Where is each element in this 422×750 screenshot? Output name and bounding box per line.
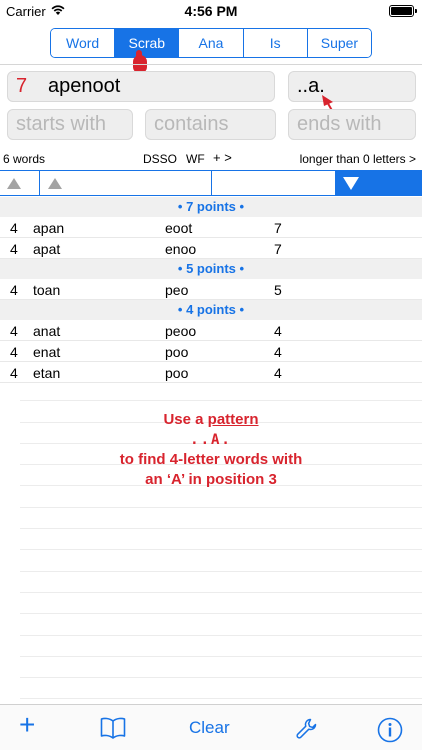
tab-is[interactable]: Is (243, 29, 308, 57)
word-length: 4 (10, 365, 18, 381)
score: 4 (274, 344, 282, 360)
note-text: Use a (163, 411, 208, 428)
table-row[interactable]: 4 anat peoo 4 (0, 320, 422, 341)
info-bar: 6 words DSSO WF + > longer than 0 letter… (0, 150, 422, 168)
score: 4 (274, 323, 282, 339)
word: apan (33, 220, 65, 236)
tab-super[interactable]: Super (307, 29, 371, 57)
note-emphasis: pattern (207, 411, 259, 428)
tutorial-annotation: Use a pattern ..A. to find 4-letter word… (0, 410, 422, 490)
score: 7 (274, 241, 282, 257)
sort-length-header[interactable] (0, 171, 40, 195)
table-row[interactable]: 4 apat enoo 7 (0, 238, 422, 259)
contains-field[interactable]: contains (145, 109, 276, 140)
word-length: 4 (10, 282, 18, 298)
word-length: 4 (10, 344, 18, 360)
wf-button[interactable]: WF (186, 152, 205, 166)
battery-icon (389, 5, 417, 17)
word-length: 4 (10, 241, 18, 257)
table-row[interactable]: 4 enat poo 4 (0, 341, 422, 362)
note-pattern: ..A. (190, 432, 232, 448)
sort-score-header[interactable] (336, 171, 422, 195)
word: enat (33, 344, 61, 360)
plus-icon[interactable]: + (19, 711, 35, 739)
letters-field[interactable]: 7 apenoot (7, 71, 275, 102)
sort-down-icon (343, 177, 359, 190)
score: 5 (274, 282, 282, 298)
word-length: 4 (10, 323, 18, 339)
ends-with-placeholder: ends with (297, 113, 382, 135)
section-header: • 7 points • (0, 197, 422, 217)
contains-placeholder: contains (154, 113, 229, 135)
mode-segmented-control: Word Scrab Ana Is Super (50, 28, 372, 58)
word: apat (33, 241, 61, 257)
leftover-letters: enoo (165, 241, 197, 257)
word-length: 4 (10, 220, 18, 236)
leftover-letters: eoot (165, 220, 193, 236)
clock: 4:56 PM (184, 3, 238, 19)
sort-up-icon (48, 178, 62, 189)
leftover-letters: poo (165, 365, 189, 381)
info-icon[interactable] (377, 717, 403, 748)
starts-with-field[interactable]: starts with (7, 109, 133, 140)
results-table: • 7 points • 4 apan eoot 7 4 apat enoo 7… (0, 197, 422, 383)
table-row[interactable]: 4 toan peo 5 (0, 279, 422, 300)
starts-with-placeholder: starts with (16, 113, 107, 135)
leftover-letters: poo (165, 344, 189, 360)
note-line: to find 4-letter words with (119, 451, 303, 468)
table-row[interactable]: 4 apan eoot 7 (0, 217, 422, 238)
section-header: • 4 points • (0, 300, 422, 320)
leftover-letters: peoo (165, 323, 197, 339)
leftover-letters: peo (165, 282, 189, 298)
section-header: • 5 points • (0, 259, 422, 279)
wrench-icon[interactable] (295, 717, 319, 746)
plus-options-button[interactable]: + > (213, 150, 232, 165)
dictionary-button[interactable]: DSSO (143, 152, 177, 166)
tab-word[interactable]: Word (51, 29, 116, 57)
sort-unused-header[interactable] (212, 171, 336, 195)
divider (0, 64, 422, 65)
tab-ana[interactable]: Ana (179, 29, 244, 57)
tab-scrab[interactable]: Scrab (115, 29, 180, 57)
length-filter-button[interactable]: longer than 0 letters > (300, 152, 416, 166)
ends-with-field[interactable]: ends with (288, 109, 416, 140)
note-line: an ‘A’ in position 3 (145, 471, 277, 488)
letters-value: apenoot (48, 75, 121, 97)
clear-button[interactable]: Clear (189, 718, 230, 738)
bottom-toolbar: + Clear (0, 704, 422, 750)
letter-count: 7 (16, 75, 28, 97)
word-count: 6 words (3, 152, 46, 166)
book-icon[interactable] (100, 717, 126, 744)
status-bar: Carrier 4:56 PM (0, 0, 422, 22)
word: toan (33, 282, 61, 298)
score: 7 (274, 220, 282, 236)
sort-word-header[interactable] (40, 171, 212, 195)
sort-up-icon (7, 178, 21, 189)
word: anat (33, 323, 61, 339)
column-header (0, 170, 422, 196)
word: etan (33, 365, 61, 381)
score: 4 (274, 365, 282, 381)
